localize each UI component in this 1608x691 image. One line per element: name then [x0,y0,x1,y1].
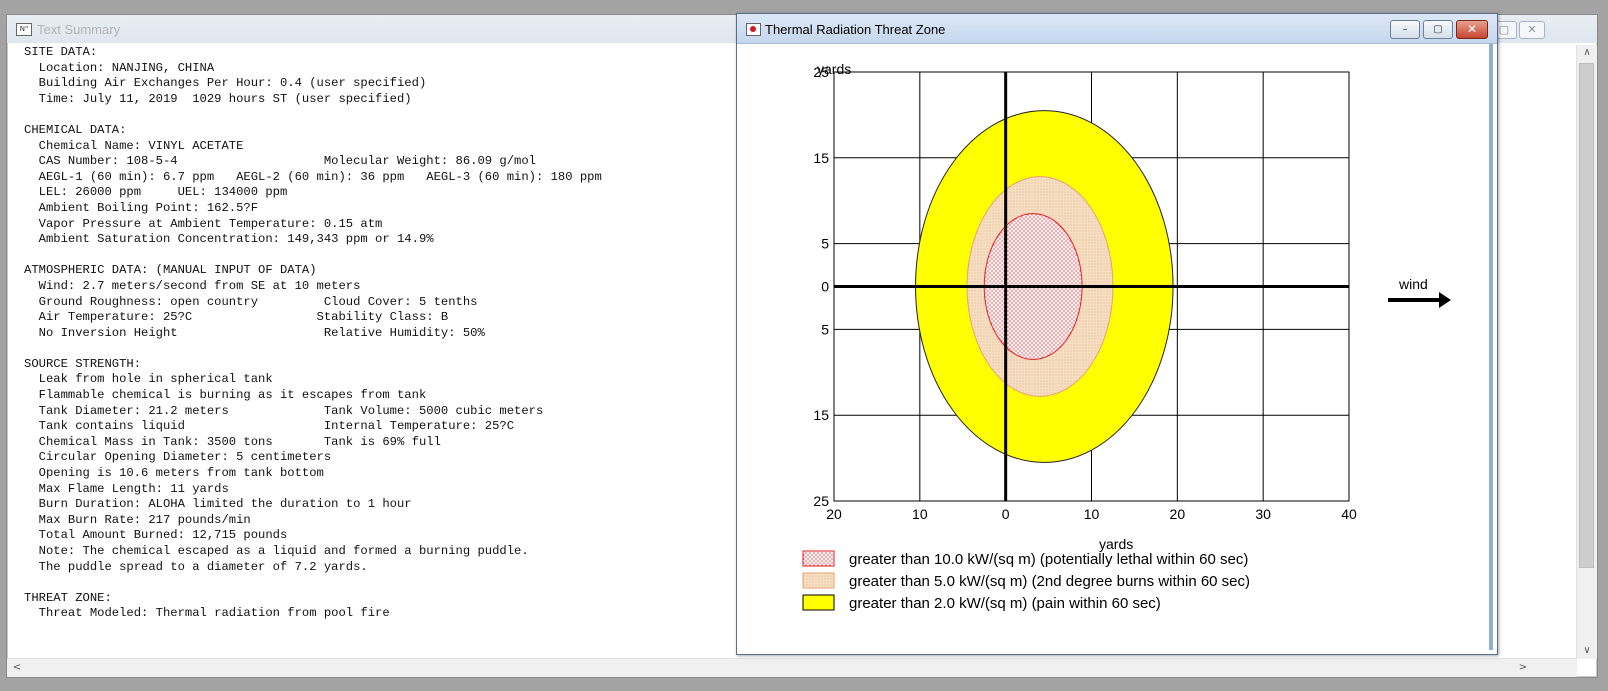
summary-line: SITE DATA: [24,45,98,59]
horizontal-scrollbar[interactable]: < > [7,658,1577,677]
summary-line: Tank contains liquid Internal Temperatur… [24,419,515,434]
summary-line: Circular Opening Diameter: 5 centimeters [24,450,332,465]
legend-swatch [802,550,835,567]
scroll-right-icon[interactable]: > [1513,660,1533,676]
close-button[interactable]: ✕ [1519,21,1545,39]
summary-line: Location: NANJING, CHINA [24,60,215,75]
minimize-button[interactable]: – [1390,20,1420,39]
y-tick-label: 5 [821,236,829,252]
summary-line: Vapor Pressure at Ambient Temperature: 0… [24,216,383,231]
x-tick-label: 20 [1170,506,1186,522]
summary-line: Ambient Saturation Concentration: 149,34… [24,232,434,247]
thermal-titlebar[interactable]: Thermal Radiation Threat Zone – ▢ ✕ [737,14,1497,44]
legend-label: greater than 10.0 kW/(sq m) (potentially… [849,551,1248,568]
y-tick-label: 15 [813,407,829,423]
summary-line: Ground Roughness: open country Cloud Cov… [24,294,478,309]
summary-line: No Inversion Height Relative Humidity: 5… [24,325,485,340]
legend-label: greater than 2.0 kW/(sq m) (pain within … [849,595,1161,612]
summary-line: Total Amount Burned: 12,715 pounds [24,528,288,543]
summary-line: SOURCE STRENGTH: [24,356,142,371]
app-icon: N" [16,23,32,36]
threat-zone-plot-area: 20 10 0 10 20 30 40 25 15 5 0 5 15 25 yards yards win… [737,44,1493,650]
window-title: Thermal Radiation Threat Zone [765,22,946,37]
summary-line: Chemical Name: VINYL ACETATE [24,138,244,153]
summary-line: CHEMICAL DATA: [24,122,127,137]
scroll-thumb[interactable] [1579,63,1594,568]
summary-line: Ambient Boiling Point: 162.5?F [24,200,259,215]
summary-line: The puddle spread to a diameter of 7.2 y… [24,559,368,574]
summary-line: LEL: 26000 ppm UEL: 134000 ppm [24,185,288,200]
app-icon [746,23,761,36]
y-tick-label: 5 [821,321,829,337]
summary-line: THREAT ZONE: [24,590,112,605]
thermal-radiation-window: Thermal Radiation Threat Zone – ▢ ✕ 20 10… [736,13,1498,655]
y-tick-label: 15 [813,150,829,166]
summary-line: Leak from hole in spherical tank [24,372,273,387]
summary-line: Opening is 10.6 meters from tank bottom [24,466,324,481]
x-axis-label: yards [1099,536,1133,552]
scroll-left-icon[interactable]: < [7,660,27,676]
threat-zone-chart: 20 10 0 10 20 30 4025155051525 yards yards win… [802,61,1451,612]
legend-label: greater than 5.0 kW/(sq m) (2nd degree b… [849,573,1250,590]
wind-indicator: wind [1388,276,1451,308]
maximize-button[interactable]: ▢ [1423,20,1453,39]
legend-swatch [802,594,835,611]
scroll-up-icon[interactable]: ∧ [1577,45,1597,61]
summary-line: Wind: 2.7 meters/second from SE at 10 me… [24,278,361,293]
legend-swatch [802,572,835,589]
close-button[interactable]: ✕ [1456,20,1488,39]
wind-label: wind [1398,276,1428,292]
summary-line: Chemical Mass in Tank: 3500 tons Tank is… [24,434,441,449]
summary-line: Burn Duration: ALOHA limited the duratio… [24,497,412,512]
summary-line: Tank Diameter: 21.2 meters Tank Volume: … [24,403,544,418]
x-tick-label: 40 [1341,506,1357,522]
summary-line: Max Flame Length: 11 yards [24,481,229,496]
x-tick-label: 0 [1002,506,1010,522]
y-tick-label: 0 [821,279,829,295]
summary-line: AEGL-1 (60 min): 6.7 ppm AEGL-2 (60 min)… [24,169,602,184]
x-tick-label: 30 [1255,506,1271,522]
scroll-down-icon[interactable]: ∨ [1577,643,1597,659]
summary-line: Threat Modeled: Thermal radiation from p… [24,606,390,621]
vertical-scrollbar[interactable]: ∧ ∨ [1576,45,1597,659]
y-axis-label: yards [817,61,851,77]
summary-line: Max Burn Rate: 217 pounds/min [24,512,251,527]
wind-arrow-icon [1439,292,1451,308]
legend: greater than 10.0 kW/(sq m) (potentially… [802,550,1250,612]
summary-line: Time: July 11, 2019 1029 hours ST (user … [24,91,412,106]
summary-line: CAS Number: 108-5-4 Molecular Weight: 86… [24,154,536,169]
summary-line: Flammable chemical is burning as it esca… [24,388,427,403]
summary-line: Building Air Exchanges Per Hour: 0.4 (us… [24,76,427,91]
summary-line: Air Temperature: 25?C Stability Class: B [24,310,449,325]
y-tick-label: 25 [813,493,829,509]
window-title: Text Summary [37,22,121,37]
x-tick-label: 10 [1084,506,1100,522]
summary-line: Note: The chemical escaped as a liquid a… [24,544,529,558]
summary-line: ATMOSPHERIC DATA: (MANUAL INPUT OF DATA) [24,263,317,278]
x-tick-label: 10 [912,506,928,522]
